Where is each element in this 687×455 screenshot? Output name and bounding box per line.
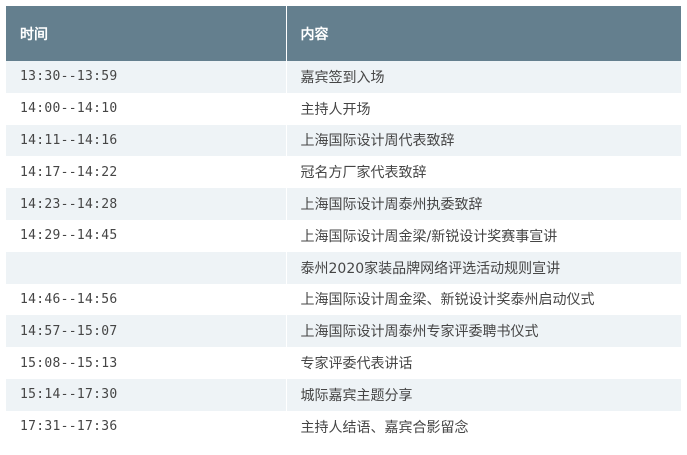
time-cell: 14:23--14:28 xyxy=(6,188,287,220)
content-cell: 冠名方厂家代表致辞 xyxy=(286,156,681,189)
table-row: 13:30--13:59 嘉宾签到入场 xyxy=(6,61,681,93)
table-row: 17:31--17:36 主持人结语、嘉宾合影留念 xyxy=(6,410,681,443)
time-cell: 14:29--14:45 xyxy=(6,219,287,252)
content-cell: 主持人开场 xyxy=(286,92,681,125)
table-row: 14:29--14:45 上海国际设计周金梁/新锐设计奖赛事宣讲 xyxy=(6,219,681,252)
time-cell: 14:17--14:22 xyxy=(6,156,287,189)
time-cell: 17:31--17:36 xyxy=(6,410,287,443)
table-row: 14:46--14:56 上海国际设计周金梁、新锐设计奖泰州启动仪式 xyxy=(6,283,681,316)
table-body: 13:30--13:59 嘉宾签到入场 14:00--14:10 主持人开场 1… xyxy=(6,61,681,443)
table-row: 14:57--15:07 上海国际设计周泰州专家评委聘书仪式 xyxy=(6,315,681,348)
time-cell: 14:11--14:16 xyxy=(6,124,287,157)
header-time: 时间 xyxy=(6,6,287,61)
time-cell: 13:30--13:59 xyxy=(6,61,287,93)
table-row: 15:14--17:30 城际嘉宾主题分享 xyxy=(6,378,681,411)
schedule-table: 时间 内容 13:30--13:59 嘉宾签到入场 14:00--14:10 主… xyxy=(6,6,681,443)
time-cell: 15:14--17:30 xyxy=(6,378,287,411)
table-row: 14:11--14:16 上海国际设计周代表致辞 xyxy=(6,124,681,157)
content-cell: 上海国际设计周泰州专家评委聘书仪式 xyxy=(286,315,681,348)
header-row: 时间 内容 xyxy=(6,6,681,61)
table-row: 15:08--15:13 专家评委代表讲话 xyxy=(6,347,681,379)
content-cell: 上海国际设计周代表致辞 xyxy=(286,124,681,157)
time-cell: 14:57--15:07 xyxy=(6,315,287,348)
time-cell xyxy=(6,251,287,284)
content-cell: 泰州2020家装品牌网络评选活动规则宣讲 xyxy=(286,251,681,284)
content-cell: 上海国际设计周金梁/新锐设计奖赛事宣讲 xyxy=(286,219,681,252)
table-header: 时间 内容 xyxy=(6,6,681,61)
content-cell: 嘉宾签到入场 xyxy=(286,61,681,93)
content-cell: 专家评委代表讲话 xyxy=(286,347,681,379)
time-cell: 15:08--15:13 xyxy=(6,347,287,379)
header-content: 内容 xyxy=(286,6,681,61)
time-cell: 14:00--14:10 xyxy=(6,92,287,125)
table-row: 14:00--14:10 主持人开场 xyxy=(6,92,681,125)
content-cell: 上海国际设计周金梁、新锐设计奖泰州启动仪式 xyxy=(286,283,681,316)
content-cell: 城际嘉宾主题分享 xyxy=(286,378,681,411)
time-cell: 14:46--14:56 xyxy=(6,283,287,316)
table-row: 14:17--14:22 冠名方厂家代表致辞 xyxy=(6,156,681,189)
table-row: 泰州2020家装品牌网络评选活动规则宣讲 xyxy=(6,251,681,284)
content-cell: 上海国际设计周泰州执委致辞 xyxy=(286,188,681,220)
table-row: 14:23--14:28 上海国际设计周泰州执委致辞 xyxy=(6,188,681,220)
content-cell: 主持人结语、嘉宾合影留念 xyxy=(286,410,681,443)
